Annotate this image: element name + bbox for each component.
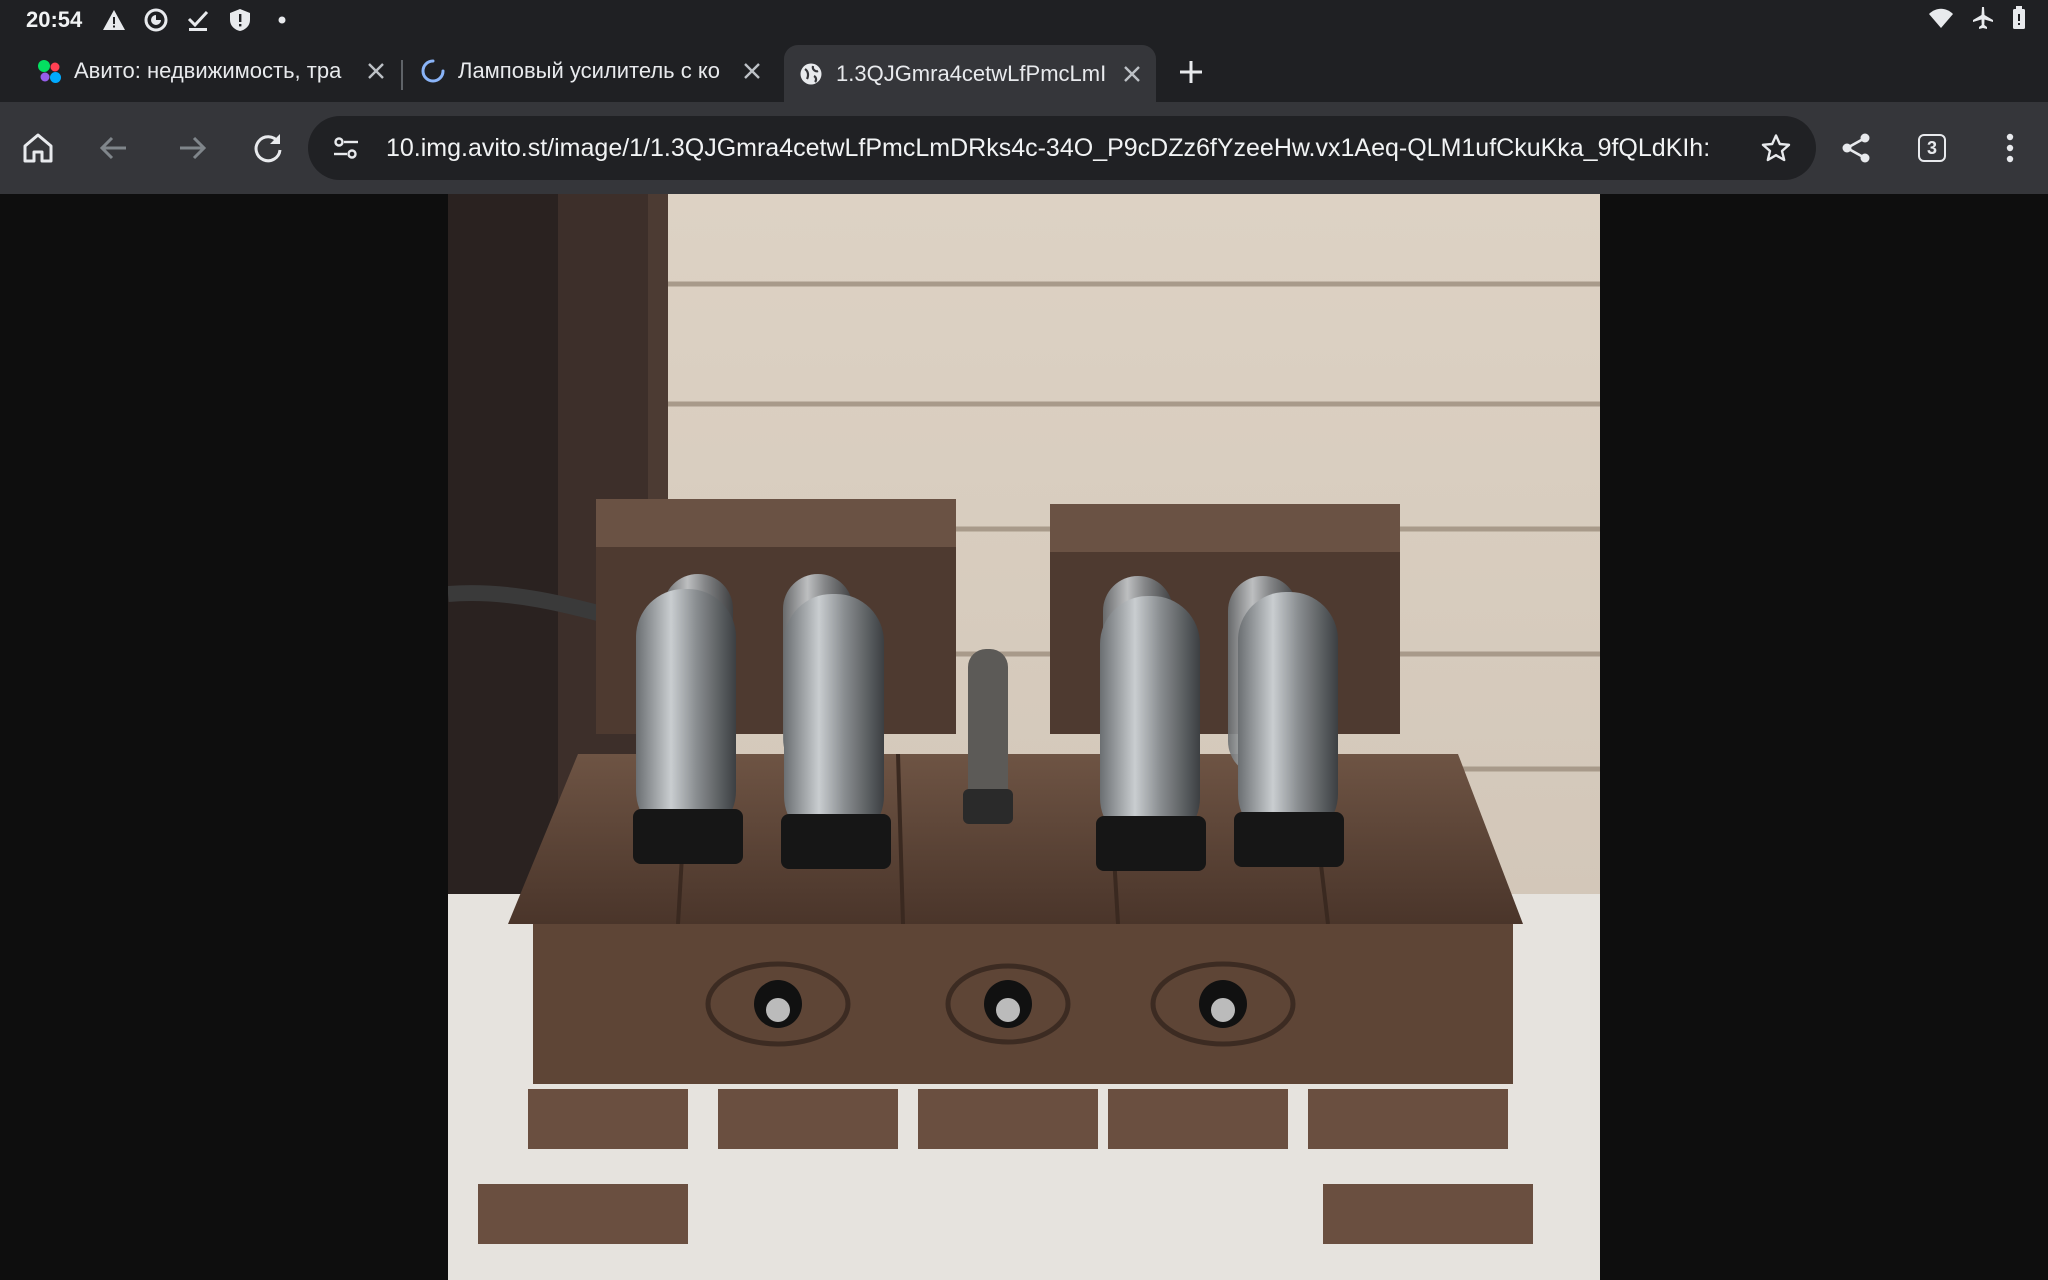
- loading-spinner-icon: [420, 58, 446, 84]
- tab-amplifier[interactable]: Ламповый усилитель с ко: [420, 45, 766, 97]
- download-done-icon: [186, 8, 210, 32]
- warning-icon: [102, 8, 126, 32]
- browser-toolbar: 10.img.avito.st/image/1/1.3QJGmra4cetwLf…: [0, 102, 2048, 194]
- arrow-back-icon: [99, 136, 126, 160]
- airplane-mode-icon: [1972, 6, 1994, 35]
- status-bar: 20:54: [0, 0, 2048, 40]
- plus-icon: [1180, 61, 1202, 83]
- dot-icon: [270, 8, 294, 32]
- arrow-forward-icon: [180, 136, 207, 160]
- tab-title: Ламповый усилитель с ко: [458, 58, 720, 83]
- notification-icons: [102, 8, 294, 32]
- tab-count: 3: [1918, 134, 1946, 162]
- tab-switcher-button[interactable]: 3: [1910, 126, 1954, 170]
- status-time: 20:54: [26, 7, 83, 32]
- tab-strip: Авито: недвижимость, тра Ламповый усилит…: [0, 40, 2048, 102]
- bookmark-star-icon[interactable]: [1756, 128, 1796, 168]
- close-tab-icon[interactable]: [362, 57, 390, 85]
- reload-button[interactable]: [246, 126, 290, 170]
- home-button[interactable]: [16, 126, 60, 170]
- tab-image-active[interactable]: 1.3QJGmra4cetwLfPmcLmI: [784, 45, 1156, 102]
- wifi-icon: [1928, 7, 1954, 34]
- forward-button[interactable]: [170, 126, 214, 170]
- vpn-key-icon: [144, 8, 168, 32]
- image-viewer: [0, 194, 2048, 1280]
- battery-icon: [2012, 5, 2026, 35]
- site-settings-icon[interactable]: [326, 128, 366, 168]
- menu-button[interactable]: [1988, 126, 2032, 170]
- tab-avito[interactable]: Авито: недвижимость, тра: [36, 45, 390, 97]
- amplifier-photo[interactable]: [448, 194, 1600, 1280]
- address-bar[interactable]: 10.img.avito.st/image/1/1.3QJGmra4cetwLf…: [308, 116, 1816, 180]
- close-tab-icon[interactable]: [738, 57, 766, 85]
- new-tab-button[interactable]: [1174, 55, 1208, 89]
- share-button[interactable]: [1834, 126, 1878, 170]
- tube-amplifier-image: [448, 194, 1600, 1280]
- avito-logo-icon: [36, 58, 62, 84]
- tab-title: Авито: недвижимость, тра: [74, 58, 342, 83]
- url-text[interactable]: 10.img.avito.st/image/1/1.3QJGmra4cetwLf…: [386, 134, 1726, 163]
- more-vert-icon: [2006, 133, 2014, 163]
- system-icons: [1928, 0, 2026, 40]
- globe-icon: [798, 61, 824, 87]
- back-button[interactable]: [92, 126, 136, 170]
- refresh-icon: [254, 134, 282, 163]
- close-tab-icon[interactable]: [1118, 60, 1146, 88]
- share-icon: [1842, 133, 1870, 163]
- tab-title: 1.3QJGmra4cetwLfPmcLmI: [836, 60, 1107, 86]
- home-icon: [23, 133, 53, 163]
- tab-separator: [401, 60, 403, 90]
- shield-alert-icon: [228, 8, 252, 32]
